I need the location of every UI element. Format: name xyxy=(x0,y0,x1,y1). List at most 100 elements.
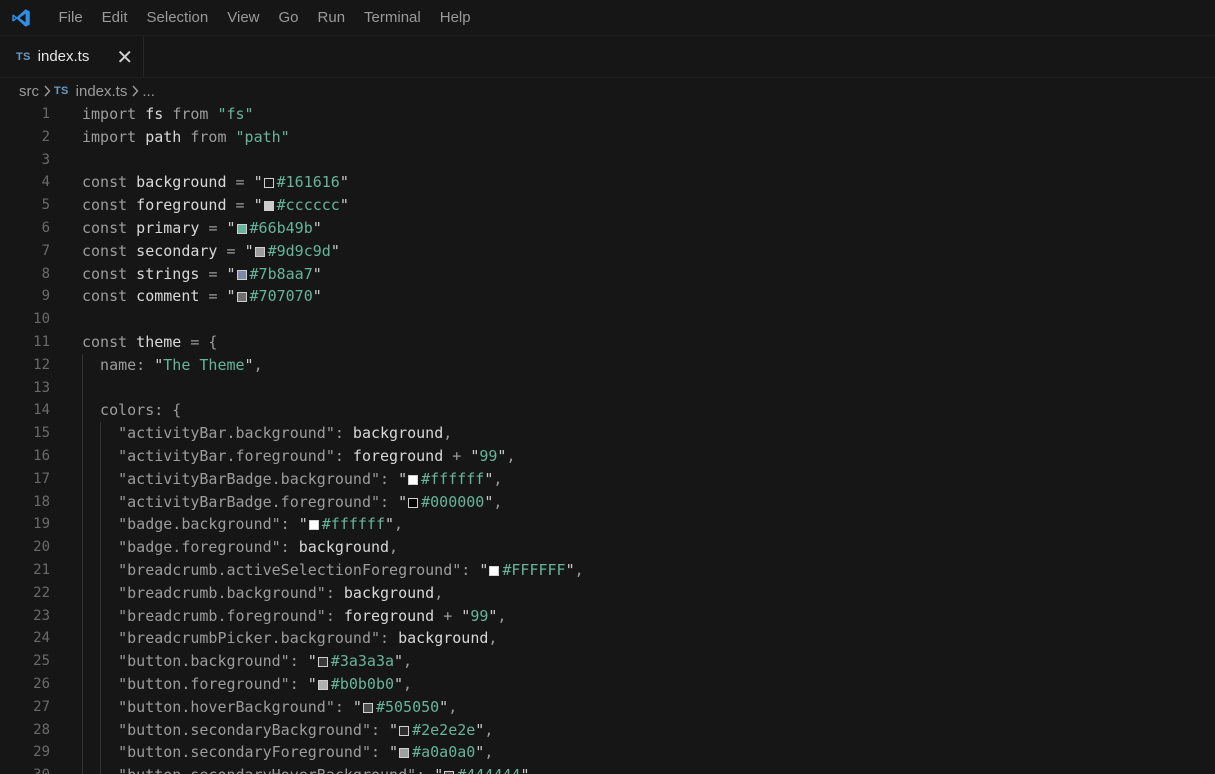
code-line[interactable]: 28 "button.secondaryBackground": " #2e2e2e… xyxy=(0,718,1215,742)
breadcrumb: src TS index.ts ... xyxy=(0,79,1215,103)
code-line[interactable]: 2 import path from "path" xyxy=(0,126,1215,149)
line-number: 7 xyxy=(41,242,50,259)
code-token: = xyxy=(208,218,227,237)
code-line[interactable]: 11 const theme = { xyxy=(0,331,1215,354)
color-swatch[interactable] xyxy=(362,702,373,713)
code-token: " xyxy=(330,241,340,260)
code-text: "activityBar.background": background, xyxy=(118,422,452,445)
code-line[interactable]: 1 import fs from "fs" xyxy=(0,103,1215,126)
menu-run[interactable]: Run xyxy=(308,0,355,35)
code-line[interactable]: 10 xyxy=(0,308,1215,331)
menu-selection[interactable]: Selection xyxy=(137,0,218,35)
indent-guide xyxy=(82,490,83,514)
code-line[interactable]: 21 "breadcrumb.activeSelectionForeground"… xyxy=(0,558,1215,582)
code-token: : { xyxy=(154,401,182,420)
color-swatch[interactable] xyxy=(317,679,328,690)
code-token: "activityBar.foreground" xyxy=(118,446,335,465)
line-number: 13 xyxy=(33,379,50,396)
code-line[interactable]: 15 "activityBar.background": background, xyxy=(0,422,1215,445)
color-swatch[interactable] xyxy=(308,520,319,531)
code-token: "button.secondaryHoverBackground" xyxy=(118,766,416,774)
color-swatch[interactable] xyxy=(236,269,247,280)
code-line[interactable]: 12 name: "The Theme", xyxy=(0,353,1215,377)
color-swatch[interactable] xyxy=(254,246,265,257)
menu-bar: File Edit Selection View Go Run Terminal… xyxy=(0,0,1215,36)
code-text: const secondary = " #9d9c9d" xyxy=(82,240,340,263)
code-line[interactable]: 30 "button.secondaryHoverBackground": " #4… xyxy=(0,764,1215,774)
code-line[interactable]: 16 "activityBar.foreground": foreground +… xyxy=(0,444,1215,468)
color-swatch[interactable] xyxy=(399,725,410,736)
code-text: const strings = " #7b8aa7" xyxy=(82,263,322,286)
color-swatch[interactable] xyxy=(399,748,410,759)
code-line[interactable]: 4 const background = " #161616" xyxy=(0,171,1215,194)
code-token: "button.hoverBackground" xyxy=(118,697,335,716)
code-line[interactable]: 3 xyxy=(0,149,1215,172)
code-token: theme xyxy=(127,332,191,351)
close-icon[interactable]: ✕ xyxy=(116,47,133,67)
line-number: 11 xyxy=(33,333,50,350)
code-token: "breadcrumb.activeSelectionForeground" xyxy=(118,560,462,579)
line-number: 26 xyxy=(33,675,50,692)
code-line[interactable]: 29 "button.secondaryForeground": " #a0a0a0… xyxy=(0,741,1215,765)
code-line[interactable]: 8 const strings = " #7b8aa7" xyxy=(0,263,1215,286)
code-line[interactable]: 19 "badge.background": " #ffffff", xyxy=(0,513,1215,537)
tab-index-ts[interactable]: TS index.ts ✕ xyxy=(0,36,144,77)
code-token: + xyxy=(443,446,471,465)
code-line[interactable]: 14 colors: { xyxy=(0,399,1215,423)
code-token: " xyxy=(484,469,494,488)
breadcrumb-more[interactable]: ... xyxy=(142,83,155,100)
menu-terminal[interactable]: Terminal xyxy=(355,0,431,35)
color-swatch[interactable] xyxy=(263,178,274,189)
menu-help[interactable]: Help xyxy=(430,0,480,35)
code-token: "activityBarBadge.foreground" xyxy=(118,492,381,511)
breadcrumb-file[interactable]: index.ts xyxy=(76,83,128,100)
code-line[interactable]: 22 "breadcrumb.background": background, xyxy=(0,581,1215,605)
code-token: const xyxy=(82,264,128,283)
color-swatch[interactable] xyxy=(263,201,274,212)
color-swatch[interactable] xyxy=(317,657,328,668)
code-line[interactable]: 17 "activityBarBadge.background": " #fffff… xyxy=(0,467,1215,491)
code-line[interactable]: 7 const secondary = " #9d9c9d" xyxy=(0,240,1215,263)
code-token: : xyxy=(334,424,353,443)
vscode-logo-icon[interactable] xyxy=(10,7,32,29)
breadcrumb-folder[interactable]: src xyxy=(19,83,39,100)
code-line[interactable]: 18 "activityBarBadge.foreground": " #00000… xyxy=(0,490,1215,514)
menu-edit[interactable]: Edit xyxy=(92,0,137,35)
color-swatch[interactable] xyxy=(489,565,500,576)
code-token: , xyxy=(497,606,507,625)
code-token: " xyxy=(439,697,449,716)
code-line[interactable]: 5 const foreground = " #cccccc" xyxy=(0,194,1215,217)
indent-guide xyxy=(100,718,102,742)
color-swatch[interactable] xyxy=(408,497,419,508)
menu-file[interactable]: File xyxy=(49,0,92,35)
color-swatch[interactable] xyxy=(236,292,247,303)
menu-view[interactable]: View xyxy=(218,0,269,35)
code-token: "breadcrumb.background" xyxy=(118,583,326,602)
code-token: const xyxy=(82,332,128,351)
indent-guide xyxy=(100,741,102,765)
code-token: " xyxy=(312,264,322,283)
code-line[interactable]: 25 "button.background": " #3a3a3a", xyxy=(0,650,1215,673)
code-line[interactable]: 13 xyxy=(0,376,1215,400)
code-token: path xyxy=(136,127,191,146)
code-line[interactable]: 9 const comment = " #707070" xyxy=(0,285,1215,308)
code-token: " xyxy=(398,469,408,488)
color-swatch[interactable] xyxy=(236,223,247,234)
indent-guide xyxy=(100,536,102,559)
code-line[interactable]: 23 "breadcrumb.foreground": foreground + … xyxy=(0,604,1215,628)
menu-go[interactable]: Go xyxy=(269,0,308,35)
indent-guide xyxy=(82,581,83,605)
code-line[interactable]: 24 "breadcrumbPicker.background": backgro… xyxy=(0,627,1215,651)
code-line[interactable]: 20 "badge.foreground": background, xyxy=(0,536,1215,559)
code-token: "activityBar.background" xyxy=(118,424,335,443)
indent-guide xyxy=(100,627,102,651)
code-line[interactable]: 26 "button.foreground": " #b0b0b0", xyxy=(0,672,1215,696)
color-swatch[interactable] xyxy=(408,474,419,485)
code-token: "button.secondaryForeground" xyxy=(118,743,371,762)
code-line[interactable]: 6 const primary = " #66b49b" xyxy=(0,217,1215,240)
indent-guide xyxy=(82,353,83,377)
line-number: 2 xyxy=(41,128,50,145)
code-token: , xyxy=(394,515,404,534)
code-line[interactable]: 27 "button.hoverBackground": " #505050", xyxy=(0,695,1215,719)
code-editor[interactable]: 1 import fs from "fs" 2 import path from "p… xyxy=(0,103,1215,774)
